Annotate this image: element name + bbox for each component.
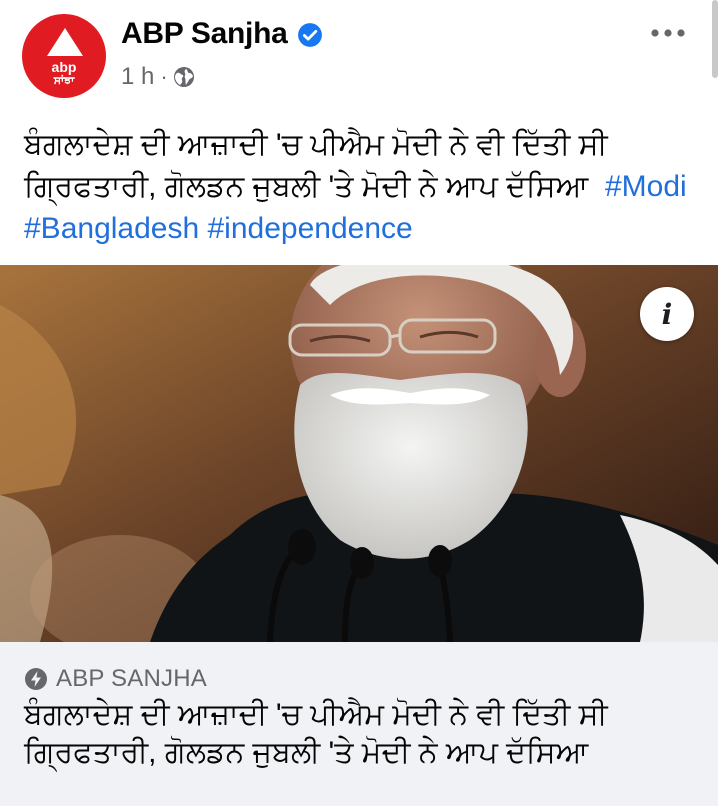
link-source: ABP SANJHA — [24, 664, 207, 694]
hashtag-link[interactable]: #independence — [208, 212, 413, 245]
page-name-link[interactable]: ABP Sanjha — [121, 14, 288, 54]
info-icon[interactable]: i — [640, 287, 694, 341]
post-timestamp[interactable]: 1 h — [121, 62, 154, 92]
lightning-bolt-icon — [25, 668, 47, 690]
hashtag-link[interactable]: #Bangladesh — [24, 212, 199, 245]
page-avatar[interactable]: abp ਸਾਂਝਾ — [22, 14, 106, 98]
abp-logo-triangle-icon — [47, 28, 83, 56]
post-photo[interactable] — [0, 265, 718, 642]
link-source-label: ABP SANJHA — [56, 665, 207, 692]
more-options-icon[interactable] — [648, 22, 688, 44]
feed-post: abp ਸਾਂਝਾ ABP Sanjha 1 h · ਬੰਗਲਾਦੇਸ਼ ਦੀ … — [0, 0, 718, 806]
scrollbar[interactable] — [712, 0, 718, 78]
avatar-logo-subtext: ਸਾਂਝਾ — [53, 75, 75, 87]
post-message-text: ਬੰਗਲਾਦੇਸ਼ ਦੀ ਆਜ਼ਾਦੀ 'ਚ ਪੀਐਮ ਮੋਦੀ ਨੇ ਵੀ ਦ… — [24, 128, 608, 203]
avatar-logo-text: abp — [51, 59, 77, 75]
hashtag-link[interactable]: #Modi — [605, 170, 687, 203]
globe-icon[interactable] — [172, 65, 196, 89]
post-message: ਬੰਗਲਾਦੇਸ਼ ਦੀ ਆਜ਼ਾਦੀ 'ਚ ਪੀਐਮ ਮੋਦੀ ਨੇ ਵੀ ਦ… — [24, 124, 704, 250]
meta-separator: · — [160, 64, 168, 89]
verified-badge-icon — [298, 23, 322, 47]
link-title[interactable]: ਬੰਗਲਾਦੇਸ਼ ਦੀ ਆਜ਼ਾਦੀ 'ਚ ਪੀਐਮ ਮੋਦੀ ਨੇ ਵੀ ਦ… — [24, 696, 704, 772]
post-meta: 1 h · — [121, 62, 196, 92]
